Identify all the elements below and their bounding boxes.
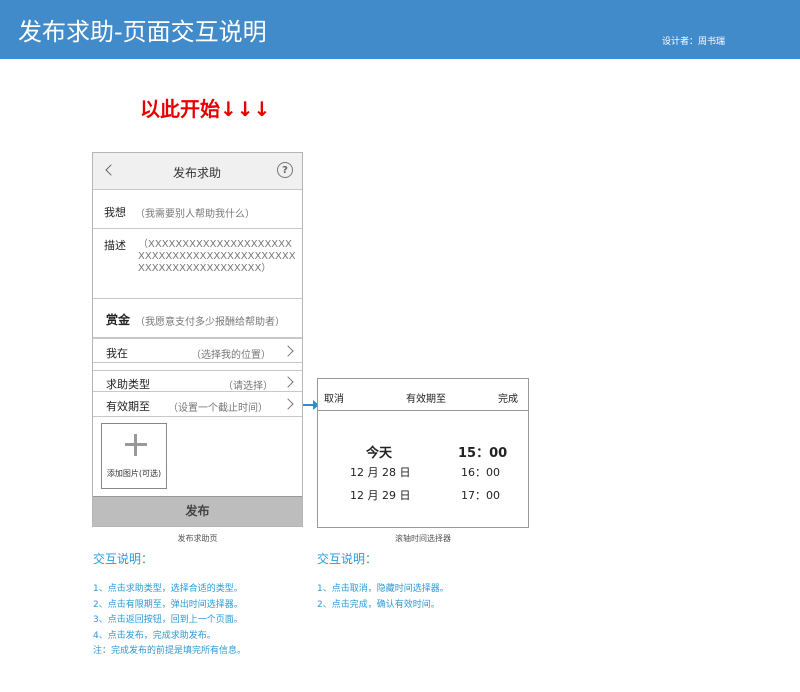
want-input[interactable]: （我需要别人帮助我什么）	[135, 205, 255, 220]
reward-row[interactable]: 赏金 （我愿意支付多少报酬给帮助者）	[93, 299, 302, 338]
publish-help-screen: 发布求助 ? 我想 （我需要别人帮助我什么） 描述 （XXXXXXXXXXXXX…	[92, 152, 303, 527]
want-label: 我想	[104, 206, 126, 219]
picker-date-option[interactable]: 12 月 29 日	[350, 487, 410, 503]
start-hint: 以此开始↓↓↓	[140, 97, 271, 121]
nav-title: 发布求助	[173, 166, 222, 180]
description-row[interactable]: 描述 （XXXXXXXXXXXXXXXXXXXXXXXXXXXXXXXXXXXX…	[93, 229, 302, 299]
description-input[interactable]: （XXXXXXXXXXXXXXXXXXXXXXXXXXXXXXXXXXXXXXX…	[138, 239, 298, 275]
note-line: 1、点击取消，隐藏时间选择器。	[317, 584, 449, 594]
chevron-right-icon	[282, 398, 294, 410]
phone-caption: 发布求助页	[177, 534, 218, 543]
location-row[interactable]: 我在 （选择我的位置）	[93, 338, 302, 363]
notes-right-title: 交互说明：	[317, 552, 378, 566]
picker-time-option[interactable]: 16：00	[461, 464, 500, 480]
nav-bar: 发布求助 ?	[93, 153, 302, 190]
picker-title: 有效期至	[406, 394, 446, 405]
want-row[interactable]: 我想 （我需要别人帮助我什么）	[93, 190, 302, 229]
help-type-label: 求助类型	[106, 378, 150, 391]
page-title: 发布求助-页面交互说明	[18, 18, 267, 46]
note-line: 3、点击返回按钮，回到上一个页面。	[93, 615, 243, 625]
picker-date-option[interactable]: 今天	[366, 442, 392, 461]
note-line: 1、点击求助类型，选择合适的类型。	[93, 584, 243, 594]
note-line: 2、点击完成，确认有效时间。	[317, 599, 440, 610]
location-value: （选择我的位置）	[191, 350, 271, 361]
reward-label: 赏金	[106, 313, 131, 327]
time-picker: 取消 有效期至 完成 今天 15：00 12 月 28 日 16：00 12 月…	[317, 378, 529, 528]
chevron-right-icon	[282, 345, 294, 357]
picker-time-option[interactable]: 15：00	[458, 442, 507, 461]
help-type-row[interactable]: 求助类型 （请选择）	[93, 370, 302, 392]
add-image-label: 添加图片(可选)	[106, 469, 162, 478]
designer-credit: 设计者：周书瑞	[662, 37, 726, 47]
expire-row[interactable]: 有效期至 （设置一个截止时间）	[93, 392, 302, 417]
chevron-right-icon	[282, 376, 294, 388]
help-type-value: （请选择）	[223, 381, 273, 392]
expire-value: （设置一个截止时间）	[168, 403, 268, 414]
picker-cancel-button[interactable]: 取消	[324, 390, 344, 405]
chevron-left-icon[interactable]	[105, 164, 117, 176]
note-line: 2、点击有限期至，弹出时间选择器。	[93, 599, 243, 610]
publish-button[interactable]: 发布	[93, 496, 302, 526]
picker-time-option[interactable]: 17：00	[461, 487, 500, 503]
reward-input[interactable]: （我愿意支付多少报酬给帮助者）	[135, 313, 285, 328]
notes-right-list: 1、点击取消，隐藏时间选择器。 2、点击完成，确认有效时间。	[317, 582, 449, 613]
picker-caption: 滚轴时间选择器	[395, 534, 451, 543]
notes-left-title: 交互说明：	[93, 552, 154, 566]
help-circle-icon[interactable]: ?	[277, 162, 293, 178]
location-label: 我在	[106, 347, 128, 360]
description-label: 描述	[104, 239, 126, 252]
plus-icon	[125, 434, 147, 456]
notes-left-list: 1、点击求助类型，选择合适的类型。 2、点击有限期至，弹出时间选择器。 3、点击…	[93, 582, 246, 660]
expire-label: 有效期至	[106, 400, 150, 413]
picker-date-option[interactable]: 12 月 28 日	[350, 464, 410, 480]
note-line: 4、点击发布，完成求助发布。	[93, 630, 216, 641]
note-line: 注：完成发布的前提是填完所有信息。	[93, 646, 247, 656]
picker-done-button[interactable]: 完成	[498, 390, 518, 405]
picker-toolbar: 取消 有效期至 完成	[318, 379, 528, 411]
add-image-button[interactable]: 添加图片(可选)	[101, 423, 167, 489]
